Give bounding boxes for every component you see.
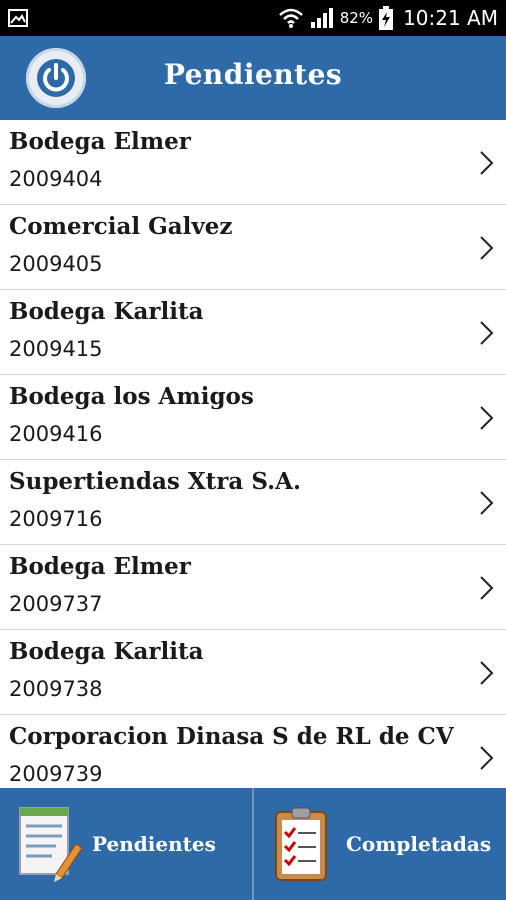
list-item[interactable]: Comercial Galvez 2009405 (0, 205, 506, 290)
item-code: 2009737 (9, 592, 103, 616)
chevron-right-icon (480, 321, 494, 345)
app-header: Pendientes (0, 36, 506, 120)
item-name: Bodega Elmer (9, 553, 191, 580)
checklist-clipboard-icon (275, 807, 327, 881)
chevron-right-icon (480, 746, 494, 770)
list-item[interactable]: Bodega Elmer 2009404 (0, 120, 506, 205)
list-item[interactable]: Supertiendas Xtra S.A. 2009716 (0, 460, 506, 545)
tab-pendientes[interactable]: Pendientes (0, 788, 252, 900)
item-name: Bodega los Amigos (9, 383, 254, 410)
wifi-icon (278, 8, 303, 28)
item-code: 2009738 (9, 677, 103, 701)
battery-percent: 82% (339, 9, 374, 27)
list-item[interactable]: Bodega Elmer 2009737 (0, 545, 506, 630)
list-item[interactable]: Bodega Karlita 2009415 (0, 290, 506, 375)
item-name: Corporacion Dinasa S de RL de CV (9, 723, 454, 750)
status-bar: 82% 10:21 AM (0, 0, 506, 36)
document-edit-icon (19, 807, 82, 882)
item-code: 2009405 (9, 252, 103, 276)
item-code: 2009716 (9, 507, 103, 531)
clock: 10:21 AM (403, 6, 498, 30)
page-title: Pendientes (163, 58, 343, 91)
chevron-right-icon (480, 406, 494, 430)
item-name: Comercial Galvez (9, 213, 233, 240)
bottom-tab-bar: Pendientes Completadas (0, 788, 506, 900)
signal-icon (310, 8, 333, 28)
battery-charging-icon (379, 6, 394, 30)
item-name: Supertiendas Xtra S.A. (9, 468, 301, 495)
chevron-right-icon (480, 661, 494, 685)
chevron-right-icon (480, 236, 494, 260)
item-name: Bodega Elmer (9, 128, 191, 155)
gallery-notification-icon (8, 9, 28, 27)
tab-pendientes-label: Pendientes (92, 832, 216, 856)
tab-completadas-label: Completadas (346, 832, 492, 856)
tab-completadas[interactable]: Completadas (252, 788, 504, 900)
list-item[interactable]: Corporacion Dinasa S de RL de CV 2009739 (0, 715, 506, 788)
item-name: Bodega Karlita (9, 298, 204, 325)
item-code: 2009739 (9, 762, 103, 786)
list-item[interactable]: Bodega Karlita 2009738 (0, 630, 506, 715)
chevron-right-icon (480, 491, 494, 515)
item-code: 2009415 (9, 337, 103, 361)
item-code: 2009404 (9, 167, 103, 191)
pending-list: Bodega Elmer 2009404 Comercial Galvez 20… (0, 120, 506, 788)
item-code: 2009416 (9, 422, 103, 446)
item-name: Bodega Karlita (9, 638, 204, 665)
list-item[interactable]: Bodega los Amigos 2009416 (0, 375, 506, 460)
chevron-right-icon (480, 576, 494, 600)
chevron-right-icon (480, 151, 494, 175)
